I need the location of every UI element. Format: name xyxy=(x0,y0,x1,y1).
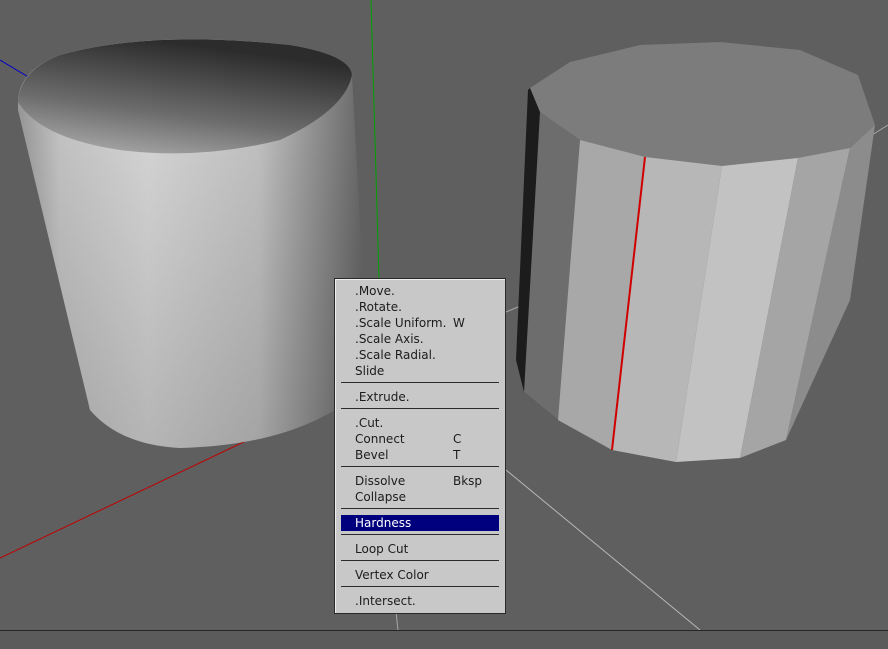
menu-item-intersect[interactable]: .Intersect. xyxy=(341,593,499,609)
menu-item-label: Collapse xyxy=(355,490,406,504)
menu-item-label: Loop Cut xyxy=(355,542,409,556)
menu-item-rotate[interactable]: .Rotate. xyxy=(341,299,499,315)
smooth-cylinder xyxy=(18,39,362,448)
menu-separator xyxy=(341,508,499,509)
menu-item-label: .Move. xyxy=(355,284,395,298)
menu-item-label: .Rotate. xyxy=(355,300,402,314)
menu-item-loop-cut[interactable]: Loop Cut xyxy=(341,541,499,557)
menu-item-connect[interactable]: Connect C xyxy=(341,431,499,447)
menu-item-label: Dissolve xyxy=(355,474,406,488)
menu-item-shortcut: Bksp xyxy=(453,474,483,488)
menu-separator xyxy=(341,408,499,409)
menu-item-dissolve[interactable]: Dissolve Bksp xyxy=(341,473,499,489)
menu-item-scale-uniform[interactable]: .Scale Uniform. W xyxy=(341,315,499,331)
menu-item-shortcut: T xyxy=(453,448,461,462)
menu-item-label: Bevel xyxy=(355,448,389,462)
menu-item-scale-radial[interactable]: .Scale Radial. xyxy=(341,347,499,363)
menu-separator xyxy=(341,560,499,561)
menu-item-vertex-color[interactable]: Vertex Color xyxy=(341,567,499,583)
menu-item-scale-axis[interactable]: .Scale Axis. xyxy=(341,331,499,347)
menu-item-label: Hardness xyxy=(355,516,412,530)
menu-separator xyxy=(341,534,499,535)
menu-item-slide[interactable]: Slide xyxy=(341,363,499,379)
menu-item-label: .Scale Axis. xyxy=(355,332,424,346)
menu-item-shortcut: W xyxy=(453,316,465,330)
menu-separator xyxy=(341,382,499,383)
flat-cylinder xyxy=(516,42,875,462)
grid-line-c xyxy=(395,611,399,631)
menu-separator xyxy=(341,466,499,467)
status-bar xyxy=(0,630,888,649)
menu-item-label: Slide xyxy=(355,364,385,378)
axis-y-line xyxy=(370,0,380,281)
menu-item-extrude[interactable]: .Extrude. xyxy=(341,389,499,405)
menu-item-hardness[interactable]: Hardness xyxy=(341,515,499,531)
menu-item-label: .Extrude. xyxy=(355,390,410,404)
menu-item-move[interactable]: .Move. xyxy=(341,283,499,299)
menu-item-label: .Scale Uniform. xyxy=(355,316,447,330)
menu-item-label: Vertex Color xyxy=(355,568,429,582)
menu-item-label: .Cut. xyxy=(355,416,384,430)
menu-item-label: .Scale Radial. xyxy=(355,348,436,362)
context-menu: .Move. .Rotate. .Scale Uniform. W .Scale Axi… xyxy=(334,278,506,614)
menu-item-label: Connect xyxy=(355,432,405,446)
menu-item-label: .Intersect. xyxy=(355,594,416,608)
menu-separator xyxy=(341,586,499,587)
menu-item-bevel[interactable]: Bevel T xyxy=(341,447,499,463)
grid-line-b xyxy=(505,469,701,631)
menu-item-shortcut: C xyxy=(453,432,462,446)
menu-item-collapse[interactable]: Collapse xyxy=(341,489,499,505)
menu-item-cut[interactable]: .Cut. xyxy=(341,415,499,431)
